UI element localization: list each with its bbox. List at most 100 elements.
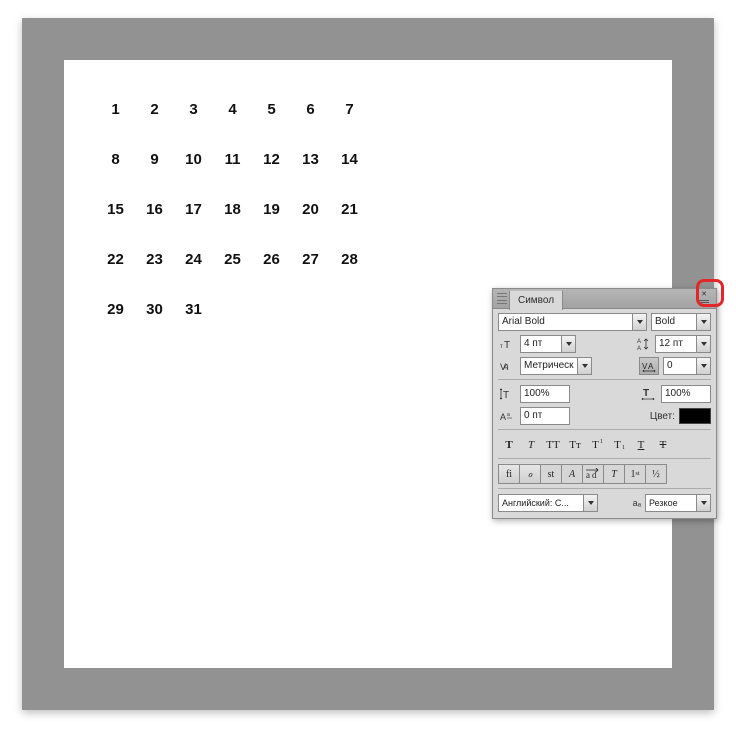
calendar-cell: 22: [96, 250, 135, 270]
antialias-input[interactable]: Резкое: [645, 494, 697, 512]
calendar-cell: 29: [96, 300, 135, 320]
tracking-dropdown[interactable]: [697, 357, 711, 375]
panel-header[interactable]: Символ ✕: [493, 289, 716, 309]
calendar-cell: 17: [174, 200, 213, 220]
calendar-cell: 3: [174, 100, 213, 120]
calendar-cell: 9: [135, 150, 174, 170]
calendar-row: 22 23 24 25 26 27 28: [96, 250, 369, 270]
svg-text:T: T: [504, 340, 510, 351]
tracking-input[interactable]: 0: [663, 357, 697, 375]
titling-button[interactable]: A: [561, 464, 583, 484]
ligatures-button[interactable]: fi: [498, 464, 520, 484]
tracking-icon: VA: [639, 357, 659, 375]
calendar-cell: 15: [96, 200, 135, 220]
calendar-grid: 1 2 3 4 5 6 7 8 9 10 11 12 13 14 15 16 1…: [96, 100, 369, 350]
hscale-input[interactable]: 100%: [661, 385, 711, 403]
calendar-cell: 16: [135, 200, 174, 220]
calendar-cell: 4: [213, 100, 252, 120]
allcaps-button[interactable]: TT: [542, 435, 564, 455]
calendar-cell: 25: [213, 250, 252, 270]
vscale-input[interactable]: 100%: [520, 385, 570, 403]
tab-character[interactable]: Символ: [509, 290, 563, 310]
grip-icon: [497, 292, 507, 306]
font-family-dropdown[interactable]: [633, 313, 647, 331]
font-size-dropdown[interactable]: [562, 335, 576, 353]
language-input[interactable]: Английский: С...: [498, 494, 584, 512]
calendar-cell: 7: [330, 100, 369, 120]
calendar-cell: 5: [252, 100, 291, 120]
calendar-cell: 23: [135, 250, 174, 270]
vscale-icon: T: [498, 385, 516, 403]
kerning-icon: VA: [498, 357, 516, 375]
leading-input[interactable]: 12 пт: [655, 335, 697, 353]
fractions-button[interactable]: T: [603, 464, 625, 484]
calendar-cell: 12: [252, 150, 291, 170]
svg-text:A: A: [637, 339, 641, 345]
calendar-row: 1 2 3 4 5 6 7: [96, 100, 369, 120]
calendar-cell: 6: [291, 100, 330, 120]
calendar-cell: 31: [174, 300, 213, 320]
canvas-area: 1 2 3 4 5 6 7 8 9 10 11 12 13 14 15 16 1…: [64, 60, 672, 668]
font-size-input[interactable]: 4 пт: [520, 335, 562, 353]
calendar-cell: 19: [252, 200, 291, 220]
calendar-cell: 14: [330, 150, 369, 170]
leading-icon: AA: [633, 335, 651, 353]
bold-button[interactable]: T: [498, 435, 520, 455]
font-size-icon: тT: [498, 335, 516, 353]
svg-text:T: T: [643, 388, 649, 399]
calendar-cell: 20: [291, 200, 330, 220]
stylistic-button[interactable]: st: [540, 464, 562, 484]
menu-icon: [699, 300, 709, 305]
color-label: Цвет:: [650, 411, 675, 422]
swash-button[interactable]: ℴ: [519, 464, 541, 484]
calendar-cell: 18: [213, 200, 252, 220]
panel-close-button[interactable]: ✕: [696, 289, 712, 309]
svg-text:A: A: [637, 346, 641, 351]
color-swatch[interactable]: [679, 408, 711, 424]
opentype-row: fi ℴ st A ad T 1st ½: [498, 464, 711, 484]
superscript-button[interactable]: T1: [586, 435, 608, 455]
calendar-cell: 11: [213, 150, 252, 170]
calendar-cell: 21: [330, 200, 369, 220]
frame-outer: 1 2 3 4 5 6 7 8 9 10 11 12 13 14 15 16 1…: [22, 18, 714, 710]
svg-text:a: a: [586, 470, 590, 480]
calendar-cell: 28: [330, 250, 369, 270]
calendar-cell: 8: [96, 150, 135, 170]
strikethrough-button[interactable]: T: [652, 435, 674, 455]
svg-text:т: т: [500, 344, 503, 350]
calendar-cell: 27: [291, 250, 330, 270]
calendar-cell: 2: [135, 100, 174, 120]
calendar-cell: 26: [252, 250, 291, 270]
kerning-input[interactable]: Метрическ: [520, 357, 578, 375]
font-style-dropdown[interactable]: [697, 313, 711, 331]
oldstyle-button[interactable]: 1st: [624, 464, 646, 484]
underline-button[interactable]: T: [630, 435, 652, 455]
baseline-icon: Aa: [498, 407, 516, 425]
italic-button[interactable]: T: [520, 435, 542, 455]
calendar-row: 8 9 10 11 12 13 14: [96, 150, 369, 170]
baseline-input[interactable]: 0 пт: [520, 407, 570, 425]
panel-body: Arial Bold Bold тT 4 пт: [493, 309, 716, 518]
calendar-cell: 1: [96, 100, 135, 120]
calendar-row: 29 30 31: [96, 300, 369, 320]
type-styles-row: T T TT Tᴛ T1 T1 T T: [498, 435, 711, 455]
svg-text:A: A: [648, 362, 654, 371]
font-style-input[interactable]: Bold: [651, 313, 697, 331]
language-dropdown[interactable]: [584, 494, 598, 512]
leading-dropdown[interactable]: [697, 335, 711, 353]
antialias-dropdown[interactable]: [697, 494, 711, 512]
smallcaps-button[interactable]: Tᴛ: [564, 435, 586, 455]
character-panel[interactable]: Символ ✕ Arial Bold Bold: [492, 288, 717, 519]
svg-text:a: a: [507, 412, 510, 418]
calendar-cell: 24: [174, 250, 213, 270]
aa-icon: aₐ: [633, 498, 641, 508]
half-button[interactable]: ½: [645, 464, 667, 484]
kerning-dropdown[interactable]: [578, 357, 592, 375]
ordinals-button[interactable]: ad: [582, 464, 604, 484]
svg-text:A: A: [502, 362, 512, 372]
calendar-cell: 30: [135, 300, 174, 320]
hscale-icon: T: [639, 385, 657, 403]
subscript-button[interactable]: T1: [608, 435, 630, 455]
calendar-cell: 13: [291, 150, 330, 170]
font-family-input[interactable]: Arial Bold: [498, 313, 633, 331]
